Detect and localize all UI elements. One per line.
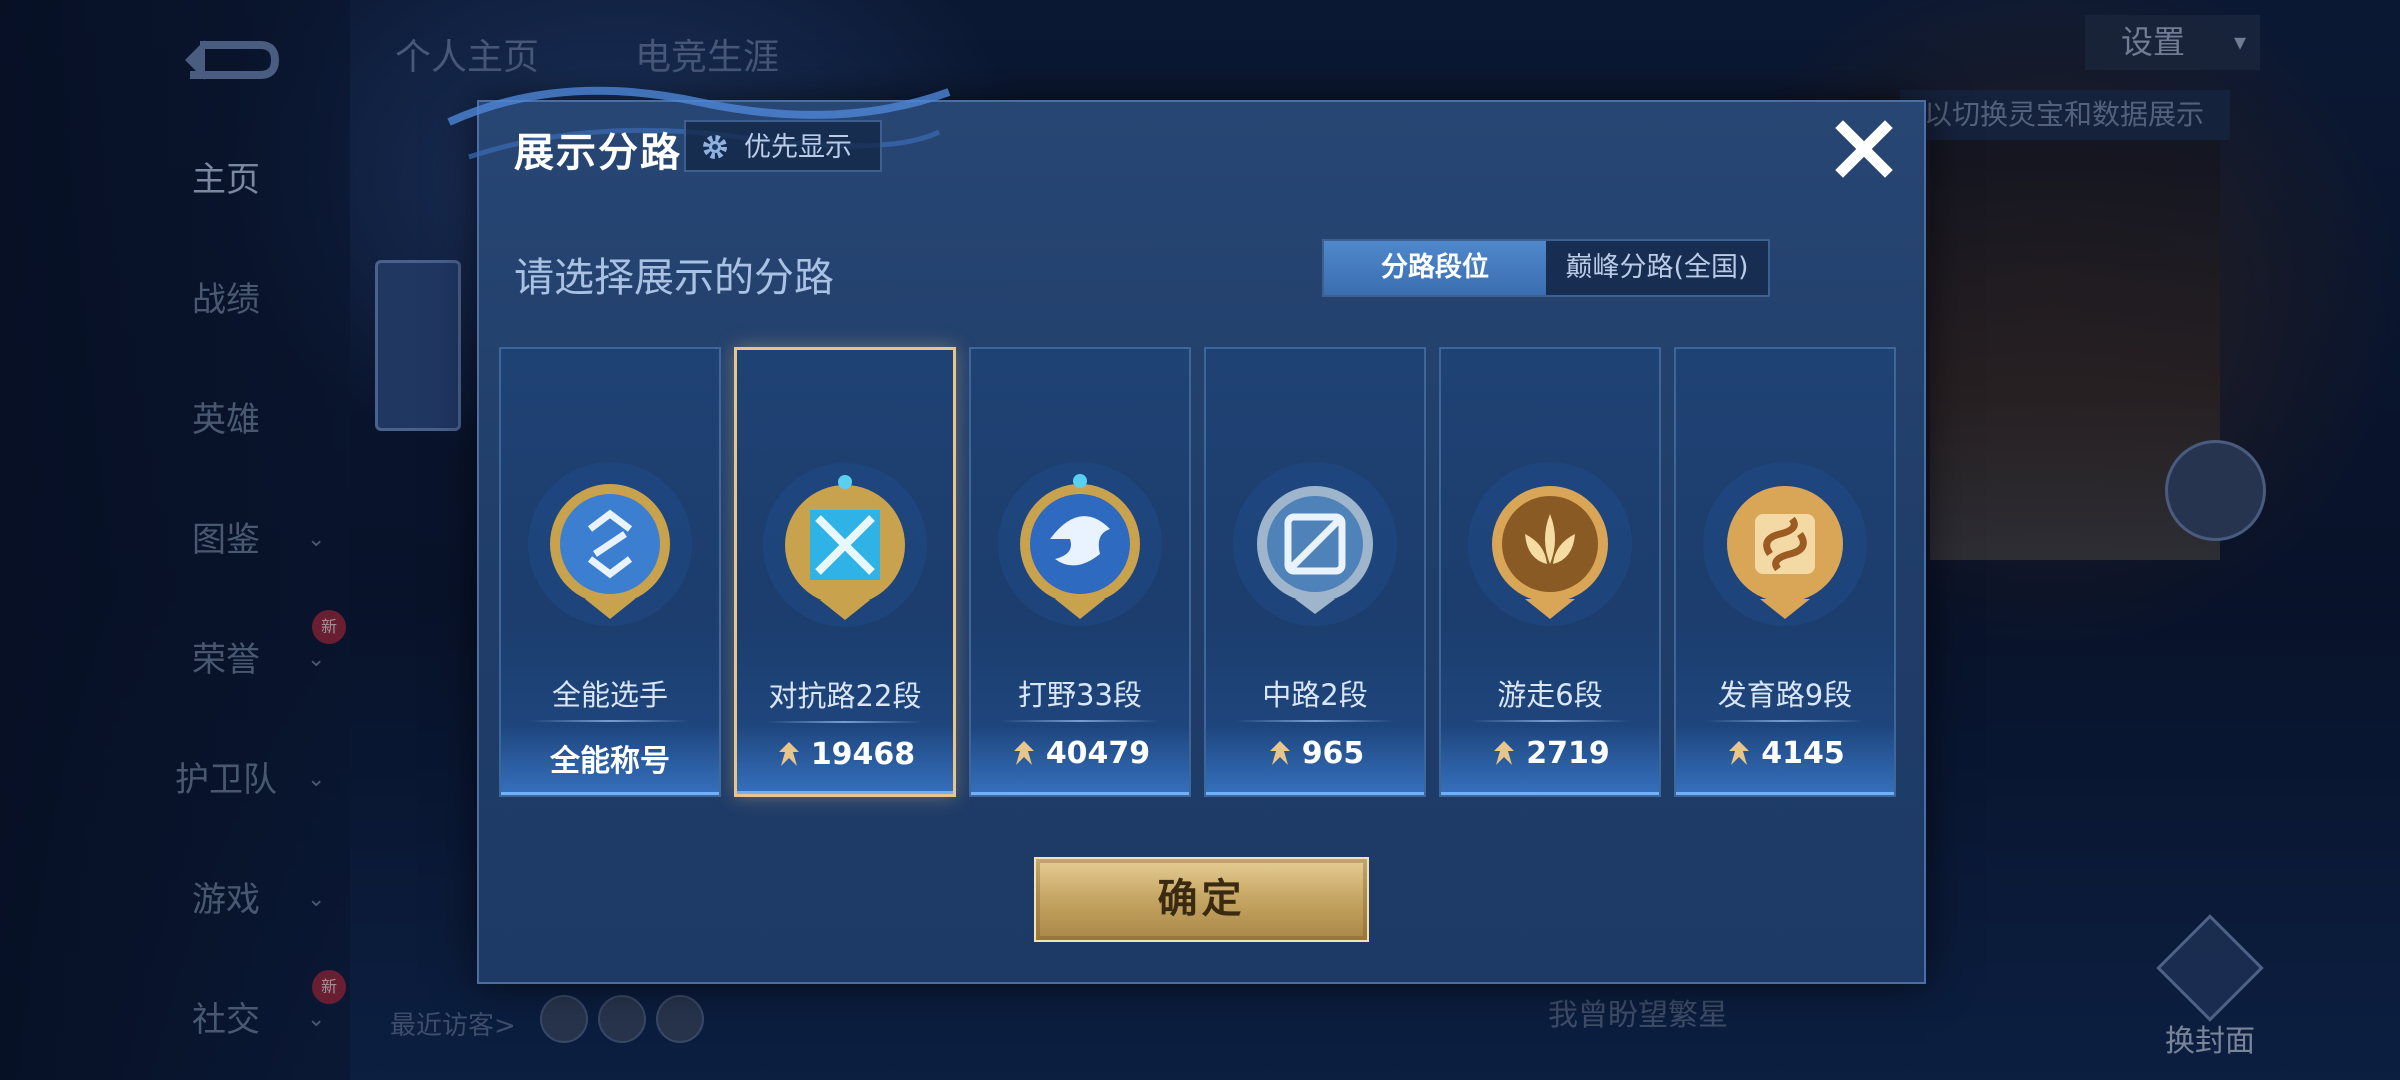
lane-name: 游走6段	[1497, 678, 1603, 712]
lane-title-text: 全能称号	[501, 736, 719, 780]
farm-lane-emblem-icon	[1703, 462, 1867, 626]
tab-lane-rank[interactable]: 分路段位	[1324, 241, 1546, 295]
lane-score-row: 2719	[1441, 736, 1659, 771]
lane-name: 打野33段	[1018, 678, 1142, 712]
lane-name: 全能选手	[551, 678, 668, 712]
divider	[1236, 720, 1394, 722]
roam-emblem-icon	[1468, 462, 1632, 626]
lane-score: 40479	[1045, 736, 1151, 771]
jungle-emblem-icon	[998, 462, 1162, 626]
lane-display-dialog: 展示分路 优先显示 请选择展示的分路 分路段位 巅峰分路(全国) 全能选手 全能…	[447, 86, 1926, 984]
segment-control: 分路段位 巅峰分路(全国)	[1322, 239, 1770, 297]
combat-power-icon	[1269, 741, 1290, 765]
lane-score: 全能称号	[550, 744, 670, 779]
lane-name: 对抗路22段	[768, 679, 922, 713]
lane-score: 19468	[810, 737, 916, 772]
mid-lane-emblem-icon	[1233, 462, 1397, 626]
combat-power-icon	[1494, 741, 1515, 765]
all-round-emblem-icon	[528, 462, 692, 626]
divider	[1706, 720, 1864, 722]
lane-score-row: 40479	[971, 736, 1189, 771]
combat-power-icon	[1729, 741, 1750, 765]
lane-card-roam[interactable]: 游走6段 2719	[1439, 347, 1661, 797]
gear-icon	[703, 135, 727, 159]
lane-name: 发育路9段	[1717, 678, 1853, 712]
dialog-subtitle: 请选择展示的分路	[514, 255, 834, 301]
lane-score-row: 965	[1206, 736, 1424, 771]
divider	[767, 721, 923, 723]
lane-name: 中路2段	[1262, 678, 1368, 712]
divider	[531, 720, 689, 722]
confirm-button[interactable]: 确定	[1034, 857, 1369, 942]
divider	[1471, 720, 1629, 722]
lane-card-mid[interactable]: 中路2段 965	[1204, 347, 1426, 797]
dialog-title: 展示分路	[514, 130, 682, 176]
lane-score: 4145	[1761, 736, 1845, 771]
close-icon[interactable]	[1829, 114, 1899, 184]
priority-display-label: 优先显示	[744, 132, 852, 163]
combat-power-icon	[778, 742, 799, 766]
lane-score-row: 4145	[1676, 736, 1894, 771]
lane-score-row: 19468	[737, 737, 953, 772]
clash-lane-emblem-icon	[763, 463, 927, 627]
lane-card-jungle[interactable]: 打野33段 40479	[969, 347, 1191, 797]
lane-card-clash[interactable]: 对抗路22段 19468	[734, 347, 956, 797]
divider	[1001, 720, 1159, 722]
lane-score: 2719	[1526, 736, 1610, 771]
lane-score: 965	[1301, 736, 1365, 771]
lane-card-farm[interactable]: 发育路9段 4145	[1674, 347, 1896, 797]
priority-display-button[interactable]: 优先显示	[684, 120, 882, 172]
lane-card-all-round[interactable]: 全能选手 全能称号	[499, 347, 721, 797]
tab-peak-lane-national[interactable]: 巅峰分路(全国)	[1546, 241, 1768, 295]
combat-power-icon	[1013, 741, 1034, 765]
